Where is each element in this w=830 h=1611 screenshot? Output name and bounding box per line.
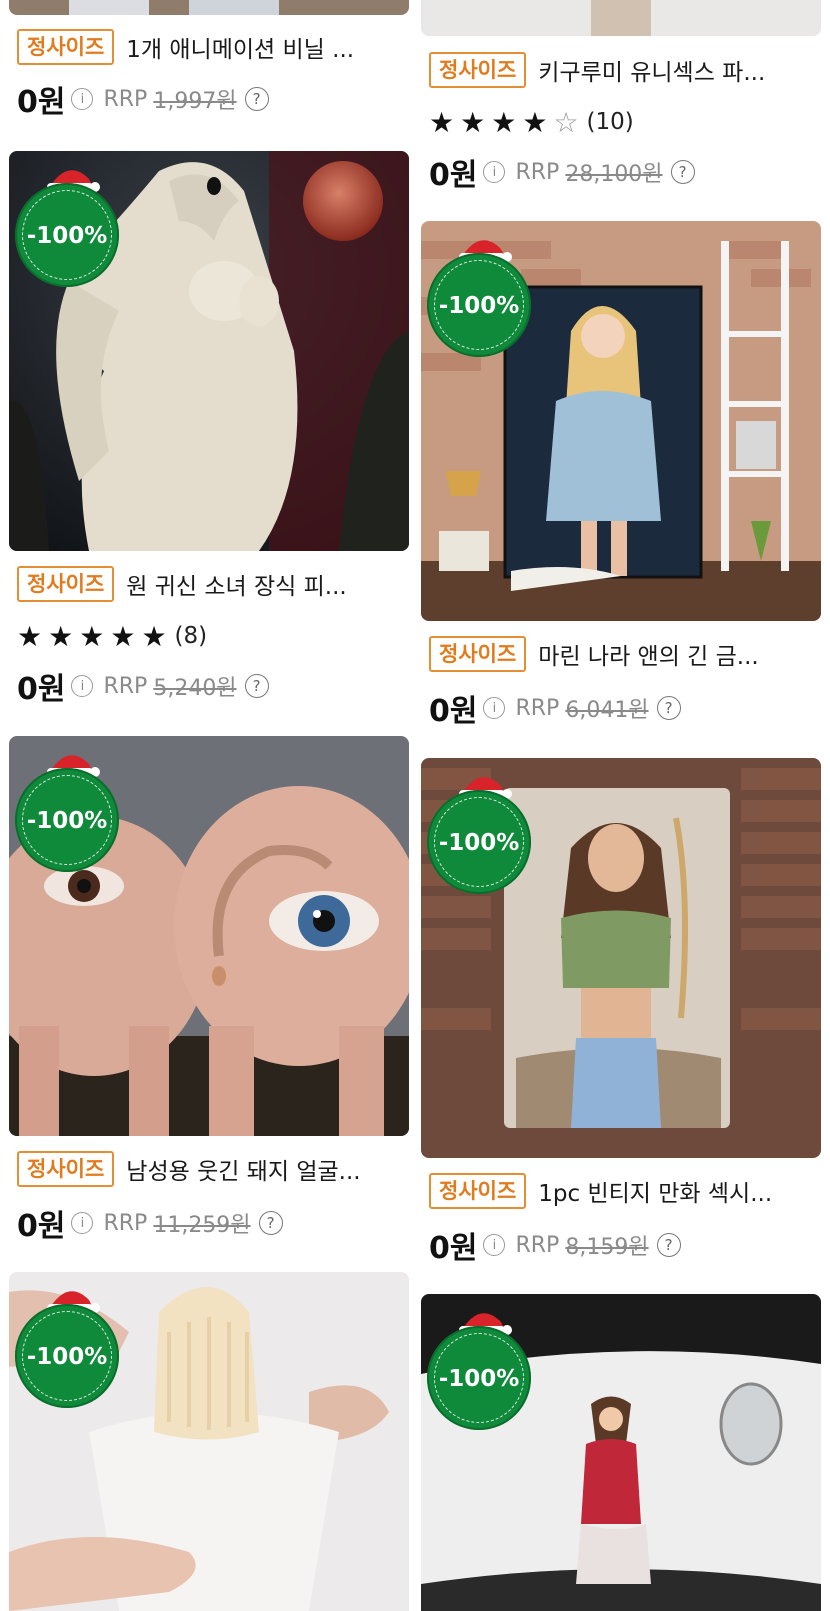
review-count: (10): [586, 109, 634, 135]
size-tag: 정사이즈: [429, 1173, 527, 1209]
star-icon: ★: [48, 619, 74, 653]
size-tag: 정사이즈: [17, 1151, 115, 1187]
rrp-value: 28,100원: [565, 162, 663, 187]
info-icon[interactable]: i: [71, 1212, 94, 1234]
product-title[interactable]: 원 귀신 소녀 장식 피...: [126, 567, 346, 601]
size-tag: 정사이즈: [17, 566, 115, 602]
rating-stars: ★ ★ ★ ★ ★ (8): [17, 618, 207, 654]
size-tag: 정사이즈: [429, 636, 527, 672]
rrp-value: 8,159원: [565, 1235, 649, 1260]
product-title[interactable]: 키구루미 유니섹스 파...: [538, 53, 765, 87]
rrp-label: RRP: [515, 1232, 560, 1258]
help-icon[interactable]: ?: [244, 87, 269, 111]
discount-badge-text: -100%: [438, 293, 520, 319]
star-icon: ★: [110, 619, 136, 653]
product-title[interactable]: 1개 애니메이션 비닐 ...: [126, 30, 354, 64]
size-tag: 정사이즈: [17, 29, 115, 65]
price: 0원: [17, 1209, 66, 1244]
discount-badge-text: -100%: [26, 223, 108, 249]
product-title-row[interactable]: 정사이즈 1pc 빈티지 만화 섹시...: [429, 1171, 821, 1211]
help-icon[interactable]: ?: [670, 160, 695, 184]
product-title[interactable]: 1pc 빈티지 만화 섹시...: [538, 1174, 772, 1208]
discount-badge: -100%: [15, 750, 121, 872]
discount-badge: -100%: [427, 772, 533, 894]
price: 0원: [17, 672, 66, 707]
help-icon[interactable]: ?: [656, 696, 681, 720]
star-icon: ★: [17, 619, 43, 653]
product-image[interactable]: [421, 0, 821, 36]
rating-stars: ★ ★ ★ ★ ☆ (10): [429, 104, 634, 140]
product-title-row[interactable]: 정사이즈 원 귀신 소녀 장식 피...: [17, 564, 409, 604]
product-title-row[interactable]: 정사이즈 마린 나라 앤의 긴 금...: [429, 634, 821, 674]
product-image[interactable]: [9, 0, 409, 15]
rrp-label: RRP: [515, 695, 560, 721]
info-icon[interactable]: i: [71, 675, 94, 697]
help-icon[interactable]: ?: [656, 1233, 681, 1257]
star-icon: ★: [141, 619, 167, 653]
discount-badge-text: -100%: [438, 830, 520, 856]
price-row: 0원 i RRP 1,997원 ?: [17, 78, 269, 120]
rrp-label: RRP: [103, 86, 148, 112]
rrp-label: RRP: [103, 1210, 148, 1236]
price-row: 0원 i RRP 6,041원 ?: [429, 687, 681, 729]
discount-badge-text: -100%: [438, 1366, 520, 1392]
price: 0원: [429, 694, 478, 729]
product-title-row[interactable]: 정사이즈 키구루미 유니섹스 파...: [429, 50, 821, 90]
rrp-label: RRP: [103, 673, 148, 699]
review-count: (8): [174, 623, 208, 649]
discount-badge: -100%: [15, 165, 121, 287]
info-icon[interactable]: i: [71, 88, 94, 110]
price-row: 0원 i RRP 11,259원 ?: [17, 1202, 283, 1244]
rrp-label: RRP: [515, 159, 560, 185]
discount-badge-text: -100%: [26, 808, 108, 834]
help-icon[interactable]: ?: [258, 1211, 283, 1235]
star-icon: ★: [491, 105, 517, 139]
star-icon: ★: [79, 619, 105, 653]
rrp-value: 11,259원: [153, 1213, 251, 1238]
size-tag: 정사이즈: [429, 52, 527, 88]
rrp-value: 5,240원: [153, 676, 237, 701]
info-icon[interactable]: i: [483, 161, 506, 183]
rrp-value: 1,997원: [153, 89, 237, 114]
star-icon: ★: [429, 105, 455, 139]
star-icon: ★: [460, 105, 486, 139]
discount-badge: -100%: [15, 1286, 121, 1408]
product-title-row[interactable]: 정사이즈 1개 애니메이션 비닐 ...: [17, 27, 409, 67]
help-icon[interactable]: ?: [244, 674, 269, 698]
info-icon[interactable]: i: [483, 697, 506, 719]
price-row: 0원 i RRP 8,159원 ?: [429, 1224, 681, 1266]
price: 0원: [429, 1231, 478, 1266]
price-row: 0원 i RRP 28,100원 ?: [429, 151, 695, 193]
star-empty-icon: ☆: [553, 105, 579, 139]
product-title[interactable]: 남성용 웃긴 돼지 얼굴...: [126, 1152, 360, 1186]
rrp-value: 6,041원: [565, 698, 649, 723]
discount-badge-text: -100%: [26, 1344, 108, 1370]
product-title[interactable]: 마린 나라 앤의 긴 금...: [538, 637, 758, 671]
price: 0원: [17, 85, 66, 120]
discount-badge: -100%: [427, 1308, 533, 1430]
star-icon: ★: [522, 105, 548, 139]
discount-badge: -100%: [427, 235, 533, 357]
price-row: 0원 i RRP 5,240원 ?: [17, 665, 269, 707]
price: 0원: [429, 158, 478, 193]
info-icon[interactable]: i: [483, 1234, 506, 1256]
product-title-row[interactable]: 정사이즈 남성용 웃긴 돼지 얼굴...: [17, 1149, 409, 1189]
